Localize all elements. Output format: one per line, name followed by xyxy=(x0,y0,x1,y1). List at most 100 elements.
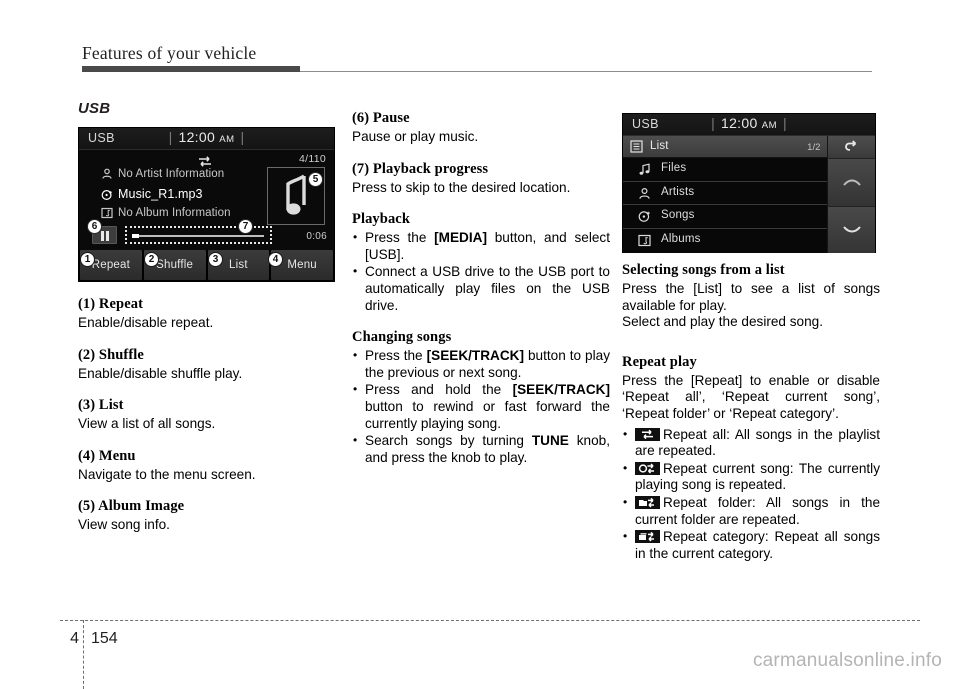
body-selecting-2: Select and play the desired song. xyxy=(622,314,824,330)
screen1-topbar: USB | 12:00 AM | xyxy=(79,128,334,150)
page-title: Features of your vehicle xyxy=(82,43,257,63)
footer-dashed-rule xyxy=(60,620,920,621)
artists-person-icon xyxy=(638,187,651,203)
column-middle: (6) Pause Pause or play music. (7) Playb… xyxy=(352,110,610,467)
album-name: No Album Information xyxy=(118,207,231,219)
usb-list-screen[interactable]: USB | 12:00 AM | List 1/2 Files Artists … xyxy=(622,113,876,253)
callout-4: 4 xyxy=(268,252,283,267)
heading-3-list: (3) List xyxy=(78,397,124,414)
repeat-category-bullet: Repeat category: Repeat all songs in the… xyxy=(622,528,880,562)
callout-2: 2 xyxy=(144,252,159,267)
changing-songs-bullet-2: Press and hold the [SEEK/TRACK] button t… xyxy=(352,381,610,432)
heading-4-menu: (4) Menu xyxy=(78,447,136,464)
repeat-category-icon xyxy=(635,530,660,544)
column-left: USB xyxy=(78,100,338,126)
body-3-list: View a list of all songs. xyxy=(78,416,216,432)
screen1-clock: | 12:00 AM | xyxy=(79,129,334,145)
changing-songs-bullet-3: Search songs by turning TUNE knob, and p… xyxy=(352,432,610,466)
clock2-ampm: AM xyxy=(761,120,777,131)
changing-songs-bullets: Press the [SEEK/TRACK] button to play th… xyxy=(352,347,610,466)
repeat-folder-icon xyxy=(635,495,660,509)
files-music-note-icon xyxy=(638,163,651,179)
list-pager: 1/2 xyxy=(807,142,821,153)
repeat-mode-bullets: Repeat all: All songs in the playlist ar… xyxy=(622,426,880,563)
album-icon xyxy=(101,207,118,222)
list-item-files[interactable]: Files xyxy=(623,158,828,182)
artist-icon xyxy=(101,168,118,183)
list-item-albums[interactable]: Albums xyxy=(623,229,827,253)
list-item-albums-label: Albums xyxy=(661,232,701,245)
callout-6: 6 xyxy=(87,219,102,234)
progress-track xyxy=(132,235,264,237)
list-item-songs-label: Songs xyxy=(661,209,695,221)
now-playing-body: 4/110 No Artist Information Music_R1.mp3 xyxy=(79,150,334,250)
artist-row: No Artist Information xyxy=(101,168,224,183)
repeat-folder-text: Repeat folder: All songs in the current … xyxy=(635,494,880,527)
repeat-all-icon xyxy=(635,427,660,441)
list-item-songs[interactable]: Songs xyxy=(623,205,828,229)
heading-1-repeat: (1) Repeat xyxy=(78,296,144,312)
section-title-usb: USB xyxy=(78,100,111,117)
callout-7: 7 xyxy=(238,219,253,234)
repeat-current-text: Repeat current song: The currently playi… xyxy=(635,460,880,493)
heading-2-shuffle: (2) Shuffle xyxy=(78,346,144,363)
list-item-files-label: Files xyxy=(661,162,687,174)
clock2-time: 12:00 xyxy=(721,115,758,131)
songs-disc-icon xyxy=(638,210,651,226)
callout-5: 5 xyxy=(308,172,323,187)
chevron-down-icon xyxy=(842,226,861,233)
clock2-sep-right: | xyxy=(783,115,787,131)
heading-playback: Playback xyxy=(352,211,410,228)
clock-time: 12:00 xyxy=(178,129,216,145)
screen2-clock: | 12:00 AM | xyxy=(623,115,875,131)
repeat-all-bullet: Repeat all: All songs in the playlist ar… xyxy=(622,426,880,460)
playback-bullets: Press the [MEDIA] button, and select [US… xyxy=(352,229,610,314)
list-column: List 1/2 Files Artists Songs Albums xyxy=(623,136,828,253)
usb-now-playing-screen[interactable]: USB | 12:00 AM | 4/110 No Artist Informati… xyxy=(78,127,335,282)
chevron-up-icon xyxy=(842,179,861,186)
repeat-current-bullet: Repeat current song: The currently playi… xyxy=(622,460,880,494)
softkey-row: Repeat Shuffle List Menu xyxy=(79,250,334,281)
body-repeat-play: Press the [Repeat] to enable or disable … xyxy=(622,372,880,421)
song-icon xyxy=(101,189,118,204)
list-item-artists[interactable]: Artists xyxy=(623,182,828,205)
list-scroll-controls xyxy=(827,136,875,253)
chapter-number: 4 xyxy=(70,630,79,647)
list-icon xyxy=(630,140,643,158)
clock-sep-left: | xyxy=(168,129,173,145)
progress-knob[interactable] xyxy=(132,234,139,238)
body-1-repeat: Enable/disable repeat. xyxy=(78,315,214,330)
list-item-artists-label: Artists xyxy=(661,185,695,198)
callout-1: 1 xyxy=(80,252,95,267)
changing-songs-bullet-1: Press the [SEEK/TRACK] button to play th… xyxy=(352,347,610,381)
album-row: No Album Information xyxy=(101,207,231,222)
body-2-shuffle: Enable/disable shuffle play. xyxy=(78,365,243,381)
repeat-all-text: Repeat all: All songs in the playlist ar… xyxy=(635,426,880,459)
body-6-pause: Pause or play music. xyxy=(352,129,479,144)
playback-bullet-2: Connect a USB drive to the USB port to a… xyxy=(352,263,610,314)
column-right-text: Selecting songs from a list Press the [L… xyxy=(622,262,880,563)
back-button[interactable] xyxy=(827,136,875,158)
heading-5-album-image: (5) Album Image xyxy=(78,498,185,515)
body-selecting-1: Press the [List] to see a list of songs … xyxy=(622,281,880,313)
elapsed-time: 0:06 xyxy=(306,231,327,242)
track-count: 4/110 xyxy=(299,153,326,165)
scroll-down-button[interactable] xyxy=(827,205,875,253)
header-rule xyxy=(82,66,872,73)
back-arrow-icon xyxy=(845,139,857,151)
repeat-category-text: Repeat category: Repeat all songs in the… xyxy=(635,529,880,561)
artist-name: No Artist Information xyxy=(118,168,225,180)
repeat-one-icon xyxy=(635,461,660,475)
repeat-folder-bullet: Repeat folder: All songs in the current … xyxy=(622,494,880,528)
watermark: carmanualsonline.info xyxy=(752,650,942,671)
scroll-up-button[interactable] xyxy=(827,158,875,206)
body-4-menu: Navigate to the menu screen. xyxy=(78,466,256,482)
list-header: List 1/2 xyxy=(623,136,828,158)
clock-sep-right: | xyxy=(240,129,245,145)
heading-7-playback-progress: (7) Playback progress xyxy=(352,160,489,177)
footer-vertical-rule xyxy=(83,620,84,689)
body-7-playback-progress: Press to skip to the desired location. xyxy=(352,179,571,195)
callout-3: 3 xyxy=(208,252,223,267)
